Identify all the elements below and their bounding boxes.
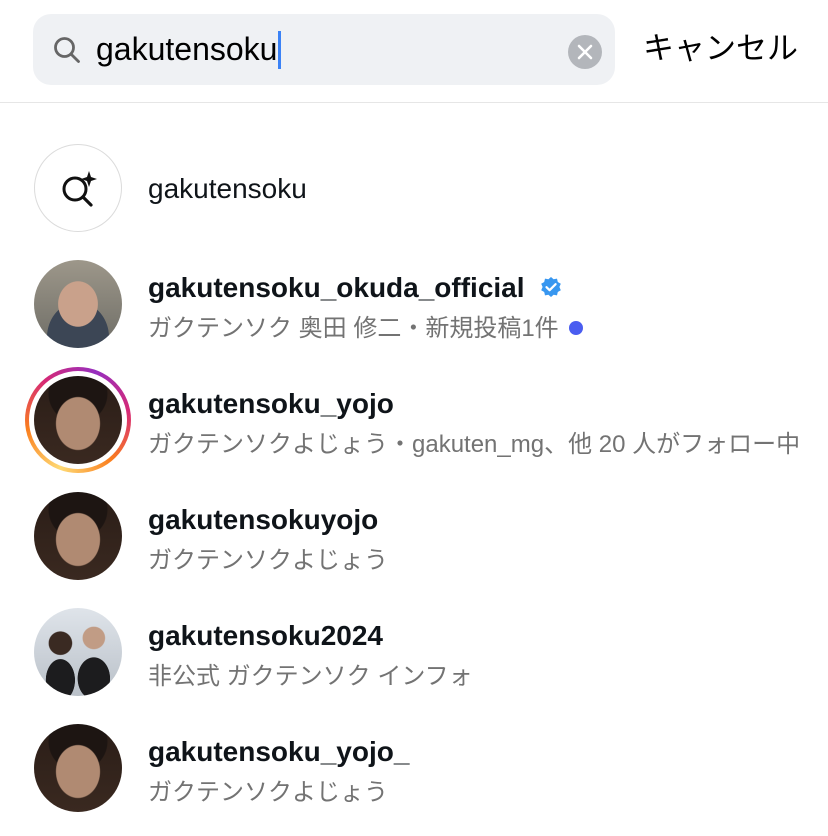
username: gakutensoku_yojo xyxy=(148,388,394,419)
avatar-container xyxy=(34,260,122,348)
user-result-row[interactable]: gakutensoku2024 非公式 ガクテンソク インフォ xyxy=(0,598,828,708)
avatar-container xyxy=(25,367,131,473)
avatar xyxy=(34,608,122,696)
new-post-dot xyxy=(568,321,583,336)
avatar-container xyxy=(34,492,122,580)
text-cursor xyxy=(278,31,281,69)
user-result-row[interactable]: gakutensoku_yojo ガクテンソクよじょう・gakuten_mg、他… xyxy=(0,366,828,476)
username: gakutensoku_yojo_ xyxy=(148,736,410,767)
search-field[interactable]: gakutensoku xyxy=(33,14,615,85)
search-icon xyxy=(54,37,80,63)
user-subtitle: ガクテンソクよじょう・gakuten_mg、他 20 人がフォロー中 xyxy=(148,431,801,458)
username: gakutensoku_okuda_official xyxy=(148,272,562,304)
keyword-suggestion-row[interactable]: gakutensoku xyxy=(0,134,828,244)
keyword-suggestion-label: gakutensoku xyxy=(148,173,307,204)
search-input[interactable]: gakutensoku xyxy=(96,14,277,85)
keyword-icon-container xyxy=(34,144,122,232)
avatar xyxy=(34,376,122,464)
user-subtitle: ガクテンソクよじょう xyxy=(148,779,388,806)
user-subtitle: ガクテンソク 奥田 修二・新規投稿1件 xyxy=(148,308,583,343)
ai-search-sparkle-icon xyxy=(62,171,97,207)
clear-search-button[interactable] xyxy=(568,35,602,69)
close-icon xyxy=(577,44,593,60)
user-subtitle: 非公式 ガクテンソク インフォ xyxy=(148,663,473,690)
avatar xyxy=(34,260,122,348)
subtitle-text: ガクテンソク 奥田 修二・新規投稿1件 xyxy=(148,315,559,342)
ai-search-circle xyxy=(34,144,122,232)
avatar-container xyxy=(34,608,122,696)
username: gakutensoku2024 xyxy=(148,620,383,651)
avatar-container xyxy=(34,724,122,812)
verified-badge-icon xyxy=(541,276,562,297)
search-header: gakutensoku キャンセル xyxy=(0,0,828,103)
username: gakutensokuyojo xyxy=(148,504,379,535)
user-result-row[interactable]: gakutensoku_yojo_ ガクテンソクよじょう xyxy=(0,714,828,824)
cancel-button[interactable]: キャンセル xyxy=(643,24,798,74)
user-subtitle: ガクテンソクよじょう xyxy=(148,547,388,574)
avatar xyxy=(34,492,122,580)
username-text: gakutensoku_okuda_official xyxy=(148,272,525,303)
user-result-row[interactable]: gakutensokuyojo ガクテンソクよじょう xyxy=(0,482,828,592)
avatar xyxy=(34,724,122,812)
user-result-row[interactable]: gakutensoku_okuda_official ガクテンソク 奥田 修二・… xyxy=(0,250,828,360)
